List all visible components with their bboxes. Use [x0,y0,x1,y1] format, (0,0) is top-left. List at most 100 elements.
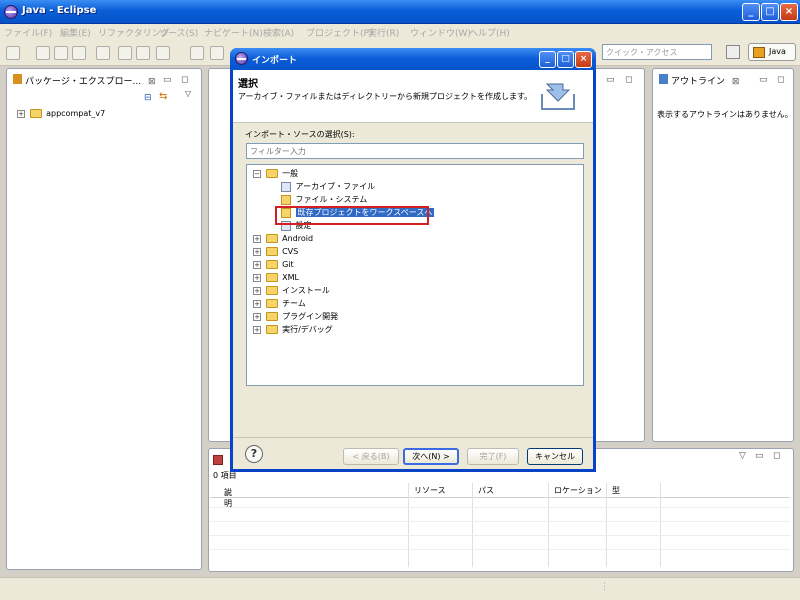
collapse-all-icon[interactable]: ⊟ [144,93,152,103]
menu-help[interactable]: ヘルプ(H) [469,26,510,39]
tree-item-android[interactable]: + Android [253,233,313,246]
column-path[interactable]: パス [478,485,494,496]
expand-icon[interactable]: + [253,325,261,334]
view-menu-icon[interactable]: ▽ [185,89,191,98]
tree-item-plugin-dev[interactable]: + プラグイン開発 [253,311,338,324]
column-type[interactable]: 型 [612,485,620,496]
package-explorer-tab-close[interactable]: ⊠ [148,77,156,87]
wand-icon[interactable] [210,46,224,60]
outline-tab[interactable]: アウトライン ⊠ [655,70,746,89]
column-location[interactable]: ロケーション [554,485,602,496]
table-row [210,549,790,550]
filter-input[interactable] [246,143,584,159]
maximize-button[interactable]: □ [761,3,779,21]
minimize-button[interactable]: _ [742,3,760,21]
dialog-close-button[interactable]: × [575,51,592,68]
folder-icon [281,194,291,205]
checkbox-icon[interactable] [156,46,170,60]
save-all-icon[interactable] [54,46,68,60]
expand-icon[interactable]: + [17,109,25,118]
tree-item-cvs[interactable]: + CVS [253,246,298,259]
import-dialog: インポート _ □ × 選択 アーカイブ・ファイルまたはディレクトリーから新規プ… [230,48,596,472]
device-icon[interactable] [136,46,150,60]
tree-item-run-debug[interactable]: + 実行/デバッグ [253,324,333,337]
print-icon[interactable] [72,46,86,60]
tree-item-general[interactable]: − 一般 [253,168,298,181]
maximize-view-icon[interactable]: ◻ [181,75,188,85]
column-divider [472,483,473,567]
menu-bar: ファイル(F) 編集(E) リファクタリング ソース(S) ナビゲート(N) 検… [0,24,800,40]
download-icon[interactable] [118,46,132,60]
folder-icon [265,312,278,321]
menu-file[interactable]: ファイル(F) [4,26,52,39]
menu-edit[interactable]: 編集(E) [60,26,91,39]
java-perspective-label: Java [769,47,786,56]
expand-icon[interactable]: + [253,260,261,269]
package-explorer-tab[interactable]: パッケージ・エクスプロー... ⊠ [9,70,162,89]
expand-icon[interactable]: + [253,247,261,256]
import-source-tree: − 一般 アーカイブ・ファイル ファイル・システム 既存プロジェクトをワークスペ… [246,164,584,386]
tree-item-general-label: 一般 [282,169,299,178]
sdk-icon[interactable] [190,46,204,60]
tree-item-xml[interactable]: + XML [253,272,299,285]
menu-run[interactable]: 実行(R) [368,26,399,39]
back-button[interactable]: < 戻る(B) [343,448,399,465]
dialog-eclipse-icon [235,52,248,65]
dialog-banner: 選択 アーカイブ・ファイルまたはディレクトリーから新規プロジェクトを作成します。 [233,70,593,123]
tree-item-install[interactable]: + インストール [253,285,330,298]
next-button[interactable]: 次へ(N) > [403,448,459,465]
expand-icon[interactable]: + [253,299,261,308]
open-perspective-icon[interactable] [726,45,740,59]
tree-item-run-debug-label: 実行/デバッグ [282,325,333,334]
menu-source[interactable]: ソース(S) [159,26,198,39]
tree-item-team[interactable]: + チーム [253,298,306,311]
folder-icon [265,286,278,295]
close-button[interactable]: × [780,3,798,21]
gear-icon[interactable] [96,46,110,60]
tree-item-xml-label: XML [282,273,299,282]
save-icon[interactable] [36,46,50,60]
problems-view-menu-icon[interactable]: ▽ [739,451,746,461]
minimize-view-icon[interactable]: ▭ [163,75,172,85]
menu-search[interactable]: 検索(A) [263,26,294,39]
link-with-editor-icon[interactable]: ⇆ [159,91,167,102]
tree-item-appcompat[interactable]: + appcompat_v7 [17,109,105,118]
collapse-icon[interactable]: − [253,169,261,178]
editor-minimize-icon[interactable]: ▭ [606,75,615,85]
dialog-minimize-button[interactable]: _ [539,51,556,68]
menu-navigate[interactable]: ナビゲート(N) [204,26,263,39]
dialog-title: インポート [252,56,298,66]
problems-minimize-icon[interactable]: ▭ [755,451,764,461]
outline-minimize-icon[interactable]: ▭ [759,75,768,85]
cancel-button[interactable]: キャンセル [527,448,583,465]
column-resource[interactable]: リソース [414,485,446,496]
folder-icon [265,260,278,269]
expand-icon[interactable]: + [253,234,261,243]
dialog-maximize-button[interactable]: □ [557,51,574,68]
tree-item-git[interactable]: + Git [253,259,294,272]
quick-access-input[interactable]: クイック・アクセス [602,44,712,60]
column-divider [606,483,607,567]
new-icon[interactable] [6,46,20,60]
table-row [210,507,790,508]
expand-icon[interactable]: + [253,312,261,321]
help-button[interactable]: ? [245,445,263,463]
folder-icon [265,273,278,282]
expand-icon[interactable]: + [253,286,261,295]
problems-maximize-icon[interactable]: ◻ [773,451,780,461]
outline-empty-message: 表示するアウトラインはありません。 [657,110,793,119]
folder-icon [265,247,278,256]
editor-maximize-icon[interactable]: ◻ [625,75,632,85]
finish-button[interactable]: 完了(F) [467,448,519,465]
java-perspective-button[interactable]: Java [748,43,796,61]
tree-item-archive-file[interactable]: アーカイブ・ファイル [281,181,375,194]
outline-view: アウトライン ⊠ ▭ ◻ 表示するアウトラインはありません。 [652,68,794,442]
outline-tab-close[interactable]: ⊠ [732,77,740,87]
problems-icon [213,455,223,465]
menu-window[interactable]: ウィンドウ(W) [410,26,471,39]
expand-icon[interactable]: + [253,273,261,282]
status-bar: ⋮ [0,577,800,600]
outline-maximize-icon[interactable]: ◻ [777,75,784,85]
menu-project[interactable]: プロジェクト(P) [306,26,372,39]
tree-item-team-label: チーム [282,299,306,308]
